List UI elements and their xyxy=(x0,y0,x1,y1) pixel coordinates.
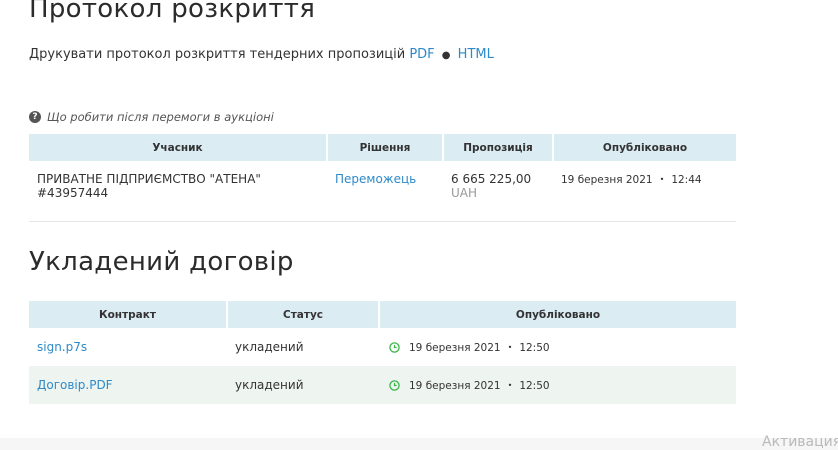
contract-published-cell: 19 березня 2021 • 12:50 xyxy=(379,328,736,366)
column-header-offer: Пропозиція xyxy=(443,134,554,161)
clock-icon xyxy=(389,342,400,353)
column-header-published: Опубліковано xyxy=(553,134,736,161)
participant-code: #43957444 xyxy=(37,186,109,200)
column-header-status: Статус xyxy=(227,301,380,328)
print-protocol-text: Друкувати протокол розкриття тендерних п… xyxy=(29,47,406,62)
contract-time: 12:50 xyxy=(519,342,550,354)
offer-cell: 6 665 225,00 UAH xyxy=(443,161,553,222)
column-header-contract: Контракт xyxy=(29,301,228,328)
time-separator: • xyxy=(659,175,665,184)
published-cell: 19 березня 2021 • 12:44 xyxy=(553,161,736,222)
help-text: Що робити після перемоги в аукціоні xyxy=(47,110,274,124)
separator-dot: ● xyxy=(441,50,451,61)
help-link[interactable]: ? Що робити після перемоги в аукціоні xyxy=(29,110,274,124)
clock-icon xyxy=(389,380,400,391)
page-footer-strip xyxy=(0,438,838,450)
bids-table-header: Учасник Рішення Пропозиція Опубліковано xyxy=(29,134,736,161)
offer-amount: 6 665 225,00 xyxy=(451,172,532,186)
contract-title: Укладений договір xyxy=(29,247,294,277)
contract-file-cell: sign.p7s xyxy=(29,328,227,366)
decision-cell: Переможець xyxy=(327,161,443,222)
participant-cell: ПРИВАТНЕ ПІДПРИЄМСТВО "АТЕНА" #43957444 xyxy=(29,161,327,222)
table-row: sign.p7s укладений 19 березня 2021 • 12:50 xyxy=(29,328,736,366)
contract-file-link[interactable]: Договір.PDF xyxy=(37,378,113,392)
contract-status: укладений xyxy=(235,340,304,354)
table-row: Договір.PDF укладений 19 березня 2021 • 12… xyxy=(29,366,736,404)
contract-file-cell: Договір.PDF xyxy=(29,366,227,404)
contract-date: 19 березня 2021 xyxy=(409,342,501,354)
print-protocol-line: Друкувати протокол розкриття тендерних п… xyxy=(29,47,494,62)
contract-table-header: Контракт Статус Опубліковано xyxy=(29,301,736,328)
contract-date: 19 березня 2021 xyxy=(409,380,501,392)
pdf-link[interactable]: PDF xyxy=(409,47,434,62)
time-separator: • xyxy=(507,381,513,390)
protocol-title: Протокол розкриття xyxy=(29,0,316,24)
table-row: ПРИВАТНЕ ПІДПРИЄМСТВО "АТЕНА" #43957444 … xyxy=(29,161,736,222)
published-date: 19 березня 2021 xyxy=(561,174,653,186)
html-link[interactable]: HTML xyxy=(458,47,494,62)
decision-link[interactable]: Переможець xyxy=(335,172,416,186)
column-header-contract-published: Опубліковано xyxy=(379,301,736,328)
contract-file-link[interactable]: sign.p7s xyxy=(37,340,87,354)
column-header-decision: Рішення xyxy=(327,134,444,161)
contract-table: Контракт Статус Опубліковано sign.p7s ук… xyxy=(29,301,736,404)
offer-currency: UAH xyxy=(451,186,478,200)
activation-watermark: Активация xyxy=(762,434,838,450)
contract-published-cell: 19 березня 2021 • 12:50 xyxy=(379,366,736,404)
column-header-participant: Учасник xyxy=(29,134,328,161)
bids-table: Учасник Рішення Пропозиція Опубліковано … xyxy=(29,134,736,222)
question-circle-icon: ? xyxy=(29,111,41,123)
contract-status: укладений xyxy=(227,366,379,404)
time-separator: • xyxy=(507,343,513,352)
published-time: 12:44 xyxy=(671,174,702,186)
participant-name: ПРИВАТНЕ ПІДПРИЄМСТВО "АТЕНА" xyxy=(37,172,261,186)
contract-time: 12:50 xyxy=(519,380,550,392)
